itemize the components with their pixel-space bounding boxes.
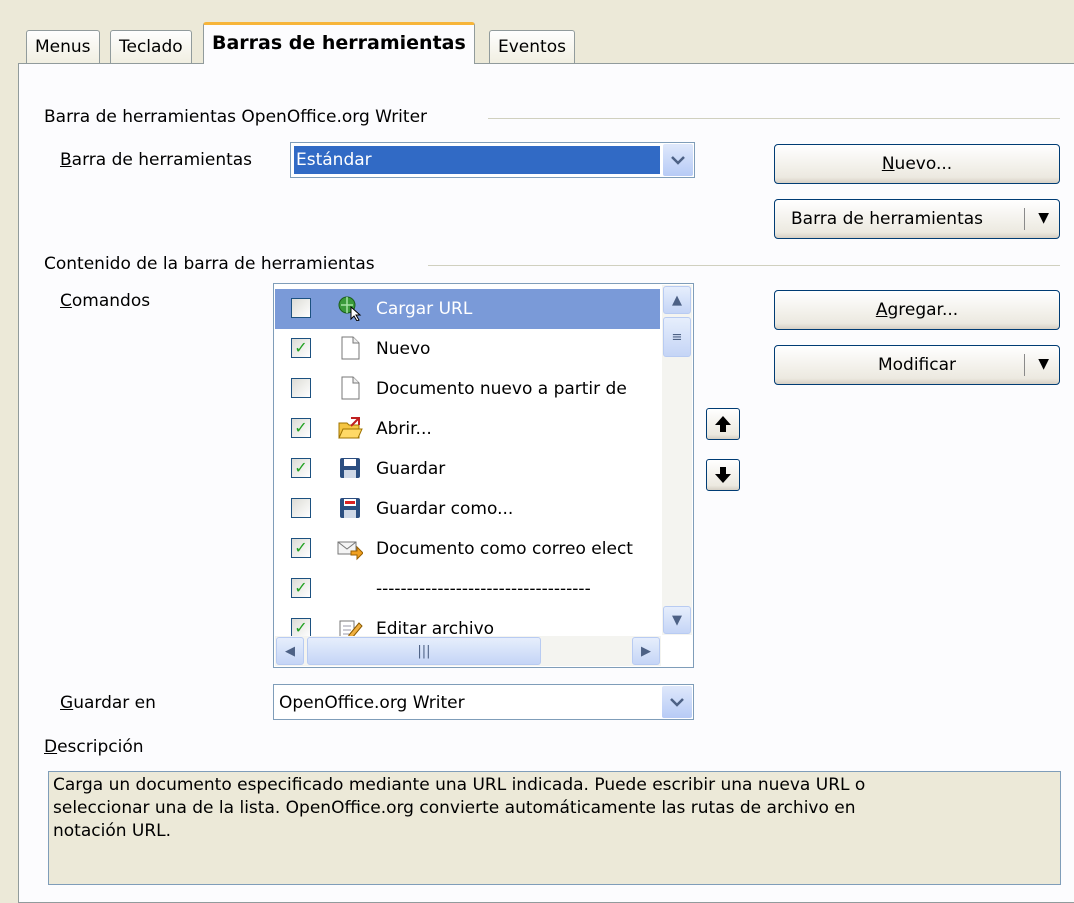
move-up-button[interactable]	[706, 408, 740, 440]
checkbox[interactable]	[291, 378, 311, 398]
triangle-down-icon: ▼	[1038, 210, 1049, 226]
list-item-label: Abrir...	[376, 419, 432, 439]
move-down-button[interactable]	[706, 459, 740, 491]
list-item[interactable]: ✓ Nuevo	[275, 329, 660, 369]
checkbox-checked[interactable]: ✓	[291, 538, 311, 558]
checkbox[interactable]	[291, 498, 311, 518]
list-item-label: Guardar	[376, 459, 446, 479]
scroll-thumb[interactable]: ≡	[663, 317, 691, 357]
list-item[interactable]: ✓ Abrir...	[275, 409, 660, 449]
triangle-down-icon: ▼	[1038, 356, 1049, 372]
commands-list[interactable]: Cargar URL ✓ Nuevo Documento nuevo a par…	[273, 283, 694, 668]
list-item-label: -----------------------------------	[376, 579, 591, 599]
split-divider	[1024, 354, 1025, 376]
scroll-left-icon[interactable]: ◀	[276, 637, 304, 665]
checkbox-checked[interactable]: ✓	[291, 338, 311, 358]
list-item[interactable]: Guardar como...	[275, 489, 660, 529]
toolbar-select[interactable]: Estándar	[290, 142, 695, 178]
split-divider	[1024, 208, 1025, 230]
list-item-label: Documento como correo elect	[376, 539, 633, 559]
tab-barras-de-herramientas[interactable]: Barras de herramientas	[203, 22, 475, 64]
list-item-label: Documento nuevo a partir de	[376, 379, 627, 399]
description-line: seleccionar una de la lista. OpenOffice.…	[53, 798, 856, 818]
content-group-title: Contenido de la barra de herramientas	[44, 254, 383, 274]
description-box: Carga un documento especificado mediante…	[48, 771, 1061, 885]
checkbox-checked[interactable]: ✓	[291, 578, 311, 598]
add-command-button[interactable]: Agregar...	[774, 290, 1060, 330]
email-document-icon	[337, 541, 363, 561]
checkbox[interactable]	[291, 298, 311, 318]
save-as-icon	[340, 498, 360, 518]
commands-label: Comandos	[60, 291, 151, 311]
save-in-value: OpenOffice.org Writer	[279, 693, 465, 713]
description-label: Descripción	[44, 737, 144, 757]
vertical-scrollbar[interactable]: ▲ ≡ ▼	[662, 285, 692, 635]
arrow-down-icon	[715, 467, 731, 483]
save-icon	[340, 458, 360, 478]
description-line: Carga un documento especificado mediante…	[53, 775, 866, 795]
checkbox-checked[interactable]: ✓	[291, 458, 311, 478]
list-item[interactable]: Cargar URL	[275, 289, 660, 329]
list-item-label: Guardar como...	[376, 499, 514, 519]
arrow-up-icon	[715, 416, 731, 432]
list-item[interactable]: ✓ Documento como correo elect	[275, 529, 660, 569]
chevron-down-icon[interactable]	[662, 686, 692, 718]
checkbox-checked[interactable]: ✓	[291, 618, 311, 638]
toolbar-select-value: Estándar	[293, 145, 661, 175]
tab-menus[interactable]: Menus	[26, 30, 100, 63]
chevron-down-icon[interactable]	[663, 144, 693, 176]
toolbar-group-title: Barra de herramientas OpenOffice.org Wri…	[44, 107, 436, 127]
load-url-icon	[338, 296, 362, 321]
checkbox-checked[interactable]: ✓	[291, 418, 311, 438]
scroll-up-icon[interactable]: ▲	[663, 286, 691, 314]
save-in-select[interactable]: OpenOffice.org Writer	[273, 684, 694, 720]
scroll-thumb[interactable]: |||	[307, 637, 541, 665]
list-item-label: Cargar URL	[376, 299, 473, 319]
new-toolbar-button[interactable]: Nuevo...	[774, 144, 1060, 184]
tab-teclado[interactable]: Teclado	[110, 30, 192, 63]
open-folder-icon	[338, 417, 363, 439]
list-item[interactable]: ✓ Guardar	[275, 449, 660, 489]
toolbar-menu-button[interactable]: Barra de herramientas ▼	[774, 199, 1060, 239]
list-item-separator[interactable]: ✓ -----------------------------------	[275, 569, 660, 609]
modify-button[interactable]: Modificar ▼	[774, 345, 1060, 385]
new-document-icon	[341, 376, 360, 400]
scroll-down-icon[interactable]: ▼	[663, 606, 691, 634]
scroll-right-icon[interactable]: ▶	[632, 637, 660, 665]
list-item[interactable]: Documento nuevo a partir de	[275, 369, 660, 409]
tab-eventos[interactable]: Eventos	[489, 30, 575, 63]
new-document-icon	[341, 336, 360, 360]
list-item-label: Nuevo	[376, 339, 431, 359]
description-line: notación URL.	[53, 821, 172, 841]
group-divider	[428, 265, 1060, 266]
group-divider	[488, 118, 1060, 119]
toolbar-label: Barra de herramientas	[60, 150, 253, 170]
save-in-label: Guardar en	[60, 693, 156, 713]
horizontal-scrollbar[interactable]: ◀ ||| ▶	[275, 636, 661, 666]
